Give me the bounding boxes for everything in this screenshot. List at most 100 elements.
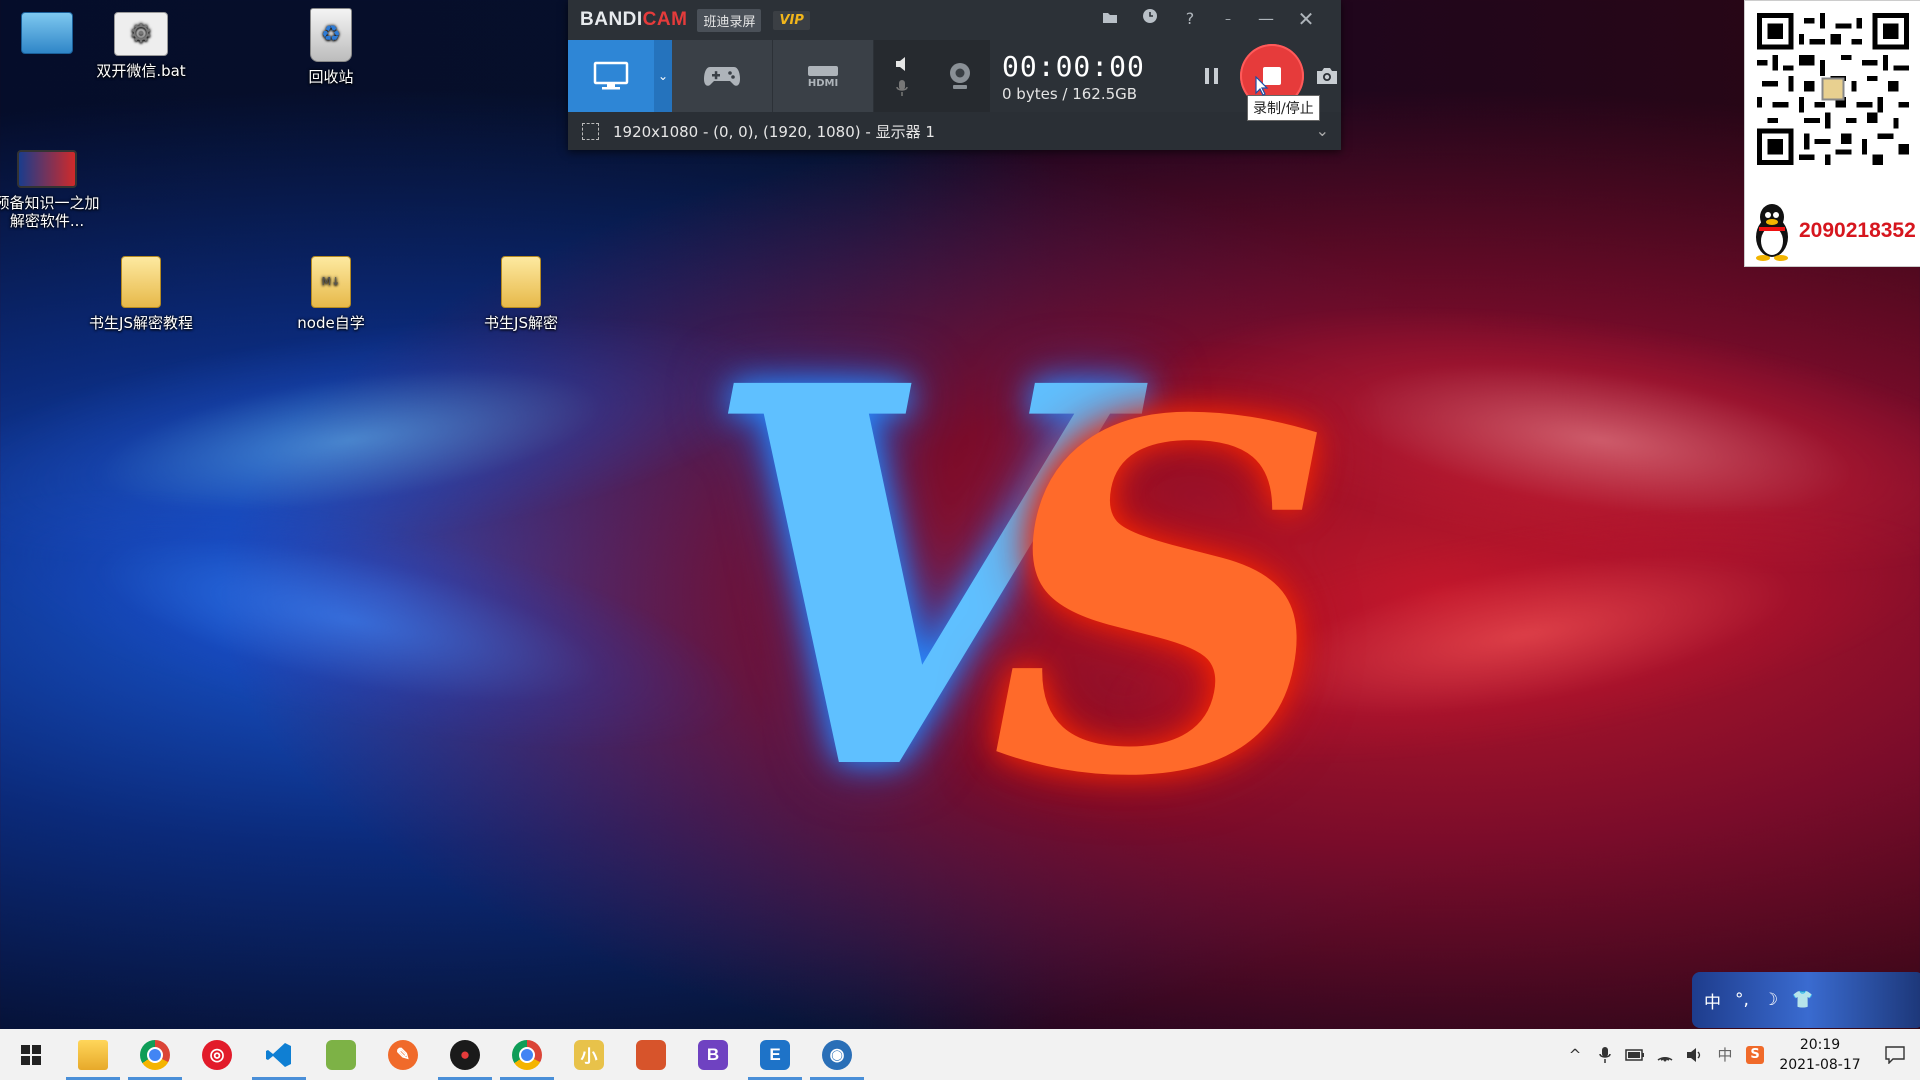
bandicam-tag: 班迪录屏: [697, 8, 762, 32]
notification-center-button[interactable]: [1870, 1045, 1920, 1064]
record-stop-tooltip: 录制/停止: [1247, 95, 1320, 121]
bootstrap-icon: B: [698, 1039, 728, 1070]
capture-region-text: 1920x1080 - (0, 0), (1920, 1080) - 显示器 1: [613, 122, 935, 141]
webcam-button[interactable]: [930, 40, 990, 112]
capture-region-bar[interactable]: 1920x1080 - (0, 0), (1920, 1080) - 显示器 1…: [568, 112, 1341, 150]
microphone-icon[interactable]: [1590, 1029, 1620, 1080]
minimize-to-tray-icon[interactable]: –: [1214, 6, 1242, 32]
taskbar-app-editor-e[interactable]: E: [744, 1029, 806, 1080]
moon-icon[interactable]: ☽: [1763, 990, 1778, 1010]
sogou-ime-icon[interactable]: S: [1740, 1029, 1770, 1080]
bandicam-titlebar[interactable]: BANDICAM 班迪录屏 VIP ? – — ✕: [568, 0, 1341, 40]
start-button[interactable]: [0, 1029, 62, 1080]
app-blue-icon: ◉: [822, 1039, 852, 1070]
file-explorer-icon: [78, 1039, 108, 1070]
system-tray: ^ 中 S 20:19 2021-08-17: [1560, 1029, 1920, 1080]
speaker-icon[interactable]: [894, 55, 910, 73]
recycle-bin-icon: ♻: [310, 8, 352, 62]
bandicam-window[interactable]: BANDICAM 班迪录屏 VIP ? – — ✕ ⌄ HDMI 00:00:0…: [568, 0, 1341, 150]
editor-e-icon: E: [760, 1039, 790, 1070]
chrome-2-icon: [512, 1039, 542, 1070]
qq-contact-row: 2090218352: [1745, 198, 1920, 264]
pause-button[interactable]: [1192, 40, 1232, 112]
desktop-icon-folder-tutorial[interactable]: 书生JS解密教程: [86, 256, 196, 332]
bandicam-icon: ●: [450, 1039, 480, 1070]
vscode-icon: [264, 1040, 294, 1070]
gamepad-icon: [704, 67, 740, 86]
app-yellow-icon: 小: [574, 1039, 604, 1070]
desktop-icon-bat-file[interactable]: ⚙ 双开微信.bat: [86, 12, 196, 80]
wifi-icon[interactable]: [1650, 1029, 1680, 1080]
taskbar-app-bootstrap[interactable]: B: [682, 1029, 744, 1080]
qr-contact-panel: 2090218352: [1744, 0, 1920, 267]
taskbar-app-bandicam[interactable]: ●: [434, 1029, 496, 1080]
taskbar-app-file-explorer[interactable]: [62, 1029, 124, 1080]
taskbar-app-chrome-2[interactable]: [496, 1029, 558, 1080]
recording-size: 0 bytes / 162.5GB: [1002, 84, 1138, 103]
ime-toolbar[interactable]: 中 °, ☽ 👕: [1692, 972, 1920, 1028]
clock-date: 2021-08-17: [1779, 1056, 1861, 1073]
recording-status: 00:00:00 0 bytes / 162.5GB: [990, 40, 1192, 112]
monitor-icon: [593, 61, 629, 90]
chevron-down-icon[interactable]: ⌄: [1316, 121, 1329, 140]
minimize-icon[interactable]: —: [1252, 6, 1280, 32]
folder-icon[interactable]: [1096, 6, 1124, 32]
device-mode-button[interactable]: HDMI: [773, 40, 874, 112]
volume-icon[interactable]: [1680, 1029, 1710, 1080]
taskbar-app-postman[interactable]: ✎: [372, 1029, 434, 1080]
notification-icon: [1885, 1045, 1905, 1064]
qq-penguin-icon: [1756, 204, 1788, 261]
taskbar-app-app-yellow[interactable]: 小: [558, 1029, 620, 1080]
pause-icon: [1205, 68, 1218, 84]
mouse-cursor-icon: [1255, 76, 1269, 96]
app-green-icon: [326, 1039, 356, 1070]
close-icon[interactable]: ✕: [1292, 6, 1320, 32]
taskbar: ◎ ✎ ● 小 B E ◉ ^ 中 S 20:19 2021-08-17: [0, 1029, 1920, 1080]
taskbar-app-netease-music[interactable]: ◎: [186, 1029, 248, 1080]
desktop-icon-folder-js[interactable]: 书生JS解密: [466, 256, 576, 332]
webcam-icon: [950, 63, 970, 89]
control-panel-icon: [21, 12, 73, 54]
postman-icon: ✎: [388, 1039, 418, 1070]
desktop-icon-recycle-bin[interactable]: ♻ 回收站: [276, 8, 386, 86]
system-clock[interactable]: 20:19 2021-08-17: [1770, 1035, 1870, 1075]
folder-icon: M↓: [311, 256, 351, 308]
chevron-up-icon[interactable]: ^: [1560, 1029, 1590, 1080]
camera-icon: [1316, 68, 1337, 84]
input-language[interactable]: 中: [1710, 1029, 1740, 1080]
help-icon[interactable]: ?: [1176, 6, 1204, 32]
chrome-icon: [140, 1039, 170, 1070]
clock-icon[interactable]: [1136, 6, 1164, 32]
taskbar-app-app-blue[interactable]: ◉: [806, 1029, 868, 1080]
taskbar-app-chrome[interactable]: [124, 1029, 186, 1080]
taskbar-app-app-green[interactable]: [310, 1029, 372, 1080]
microphone-icon[interactable]: [895, 79, 909, 97]
wallpaper-s-letter: S: [990, 318, 1337, 882]
recording-timer: 00:00:00: [1002, 49, 1145, 83]
taskbar-app-vscode[interactable]: [248, 1029, 310, 1080]
hdmi-device-icon: [808, 65, 838, 76]
desktop-icon-folder-node[interactable]: M↓ node自学: [276, 256, 386, 332]
vip-badge[interactable]: VIP: [773, 10, 810, 30]
skin-shirt-icon[interactable]: 👕: [1792, 990, 1813, 1010]
netease-music-icon: ◎: [202, 1039, 232, 1070]
audio-devices: [874, 40, 930, 112]
app-game-icon: [636, 1039, 666, 1070]
taskbar-apps: ◎ ✎ ● 小 B E ◉: [62, 1029, 868, 1080]
video-thumbnail-icon: [17, 150, 77, 188]
mode-dropdown-chevron-icon[interactable]: ⌄: [654, 40, 672, 112]
desktop-icon-video[interactable]: 预备知识一之加解密软件...: [0, 150, 102, 230]
punctuation-icon[interactable]: °,: [1735, 990, 1749, 1010]
gear-file-icon: ⚙: [114, 12, 168, 56]
ime-language[interactable]: 中: [1704, 988, 1721, 1013]
taskbar-app-app-game[interactable]: [620, 1029, 682, 1080]
bandicam-toolbar: ⌄ HDMI 00:00:00 0 bytes / 162.5GB: [568, 40, 1341, 112]
folder-icon: [501, 256, 541, 308]
screen-mode-button[interactable]: [568, 40, 654, 112]
qr-code-image: [1757, 13, 1909, 165]
game-mode-button[interactable]: [672, 40, 773, 112]
battery-icon[interactable]: [1620, 1029, 1650, 1080]
wallpaper: V S: [0, 0, 1920, 1029]
folder-icon: [121, 256, 161, 308]
qq-number: 2090218352: [1799, 219, 1916, 242]
